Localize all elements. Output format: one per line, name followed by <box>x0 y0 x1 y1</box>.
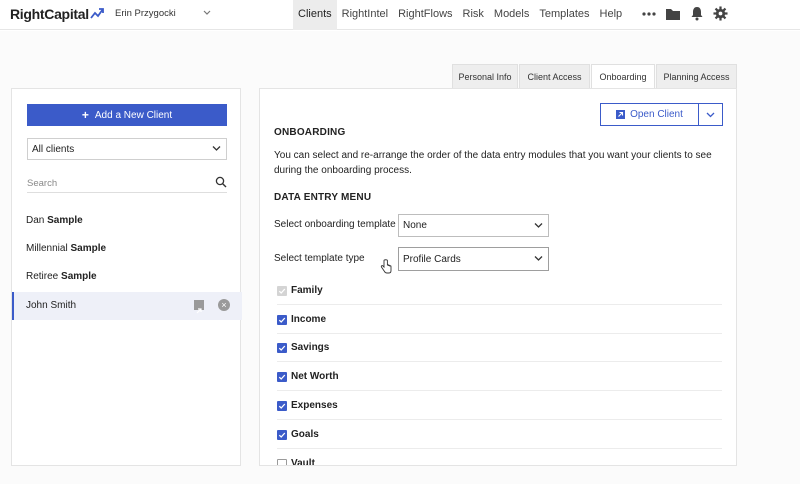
logo-arrow-icon <box>90 8 104 19</box>
client-list-item[interactable]: Dan Sample <box>12 208 242 234</box>
client-first-name: Dan <box>26 215 45 226</box>
module-checkbox-goals[interactable] <box>277 429 287 440</box>
search-icon[interactable] <box>215 176 227 191</box>
chevron-down-icon <box>534 220 543 231</box>
client-filter-value: All clients <box>32 143 75 155</box>
module-row-income: Income <box>277 306 722 334</box>
section-description: You can select and re-arrange the order … <box>274 150 712 176</box>
nav-item-models[interactable]: Models <box>489 0 534 30</box>
module-label-savings: Savings <box>291 342 330 353</box>
open-client-dropdown-toggle[interactable] <box>699 104 722 125</box>
onboarding-template-label: Select onboarding template <box>274 219 396 230</box>
client-last-name: Sample <box>47 215 83 226</box>
open-client-label: Open Client <box>630 109 683 120</box>
module-checkbox-expenses[interactable] <box>277 400 287 411</box>
client-last-name: Sample <box>61 271 97 282</box>
open-client-button[interactable]: Open Client <box>601 104 699 125</box>
client-last-name: Sample <box>70 243 107 254</box>
module-label-net-worth: Net Worth <box>291 371 339 382</box>
nav-item-clients[interactable]: Clients <box>293 0 337 30</box>
client-search-input[interactable]: Search <box>27 175 227 193</box>
module-label-income: Income <box>291 314 327 325</box>
remove-client-icon[interactable]: × <box>218 299 230 311</box>
nav-item-help[interactable]: Help <box>595 0 628 30</box>
client-last-name: Smith <box>50 300 77 311</box>
module-row-expenses: Expenses <box>277 392 722 420</box>
module-checkbox-income[interactable] <box>277 314 287 325</box>
data-entry-menu-title: DATA ENTRY MENU <box>274 192 372 203</box>
tab-client-access[interactable]: Client Access <box>519 64 590 88</box>
module-checkbox-savings[interactable] <box>277 342 287 353</box>
app-logo[interactable]: RightCapital <box>10 6 104 22</box>
open-client-split-button: Open Client <box>600 103 723 126</box>
add-new-client-button[interactable]: + Add a New Client <box>27 104 227 126</box>
client-list-item[interactable]: Retiree Sample <box>12 264 242 290</box>
bell-icon[interactable] <box>690 6 704 24</box>
add-new-client-label: Add a New Client <box>94 109 173 121</box>
tab-planning-access[interactable]: Planning Access <box>656 64 737 88</box>
module-row-net-worth: Net Worth <box>277 363 722 391</box>
client-first-name: Retiree <box>26 271 59 282</box>
client-first-name: Millennial <box>26 243 68 254</box>
chevron-down-icon <box>212 144 221 155</box>
module-label-vault: Vault <box>291 458 315 466</box>
user-menu-chevron-icon[interactable] <box>203 8 211 18</box>
client-list-item[interactable]: Millennial Sample <box>12 236 242 262</box>
client-filter-select[interactable]: All clients <box>27 138 227 160</box>
onboarding-template-value: None <box>403 220 427 231</box>
chevron-down-icon <box>534 254 543 265</box>
top-navigation-bar: RightCapital Erin Przygocki Clients Righ… <box>0 0 800 30</box>
onboarding-panel: Open Client ONBOARDING You can select an… <box>259 88 737 466</box>
module-row-family: Family <box>277 277 722 305</box>
module-row-vault: Vault <box>277 450 722 466</box>
user-name[interactable]: Erin Przygocki <box>115 8 176 19</box>
module-checkbox-net-worth[interactable] <box>277 371 287 382</box>
open-external-icon <box>616 110 626 119</box>
hand-pointer-cursor-icon <box>380 259 392 277</box>
nav-item-rightflows[interactable]: RightFlows <box>393 0 457 30</box>
module-label-goals: Goals <box>291 429 319 440</box>
template-type-select[interactable]: Profile Cards <box>398 247 549 271</box>
nav-item-rightintel[interactable]: RightIntel <box>337 0 393 30</box>
client-list-panel: + Add a New Client All clients Search Da… <box>11 88 242 466</box>
template-type-value: Profile Cards <box>403 253 461 265</box>
tab-personal-info[interactable]: Personal Info <box>452 64 518 88</box>
template-type-label: Select template type <box>274 253 365 264</box>
module-checkbox-vault[interactable] <box>277 458 287 465</box>
module-row-savings: Savings <box>277 334 722 362</box>
module-label-expenses: Expenses <box>291 400 338 411</box>
open-client-icon[interactable] <box>194 300 204 314</box>
module-label-family: Family <box>291 285 323 296</box>
gear-icon[interactable] <box>713 6 728 24</box>
folder-icon[interactable] <box>665 7 681 24</box>
tab-onboarding[interactable]: Onboarding <box>591 64 655 89</box>
client-list-item-selected[interactable]: John Smith × <box>12 292 242 320</box>
chevron-down-icon <box>706 112 715 117</box>
more-icon[interactable] <box>642 7 656 24</box>
onboarding-template-select[interactable]: None <box>398 214 549 237</box>
plus-icon: + <box>81 108 89 122</box>
module-row-goals: Goals <box>277 421 722 449</box>
search-placeholder: Search <box>27 178 58 189</box>
client-first-name: John <box>26 300 48 311</box>
section-title: ONBOARDING <box>274 127 346 138</box>
module-checkbox-family <box>277 285 287 296</box>
nav-item-risk[interactable]: Risk <box>458 0 489 30</box>
nav-item-templates[interactable]: Templates <box>534 0 594 30</box>
logo-text: RightCapital <box>10 6 89 22</box>
